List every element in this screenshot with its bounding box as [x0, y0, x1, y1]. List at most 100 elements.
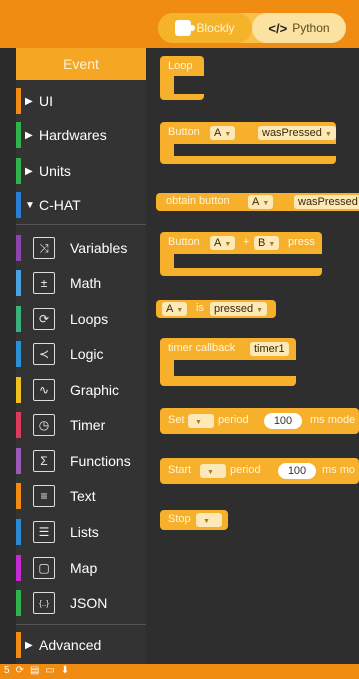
- block-label: Stop: [168, 513, 191, 525]
- timer-callback-block[interactable]: timer callback timer1: [160, 338, 296, 386]
- logic-icon: ≺: [33, 343, 55, 365]
- toolbox-item-ui[interactable]: ▶ UI: [16, 84, 146, 118]
- toolbox-item-c-hat[interactable]: ▼ C-HAT: [16, 188, 146, 222]
- event-label: Event: [63, 56, 99, 72]
- toolbox: Event ▶ UI ▶ Hardwares ▶ Units ▼ C-HAT ⤨…: [16, 48, 146, 664]
- category-color-bar: [16, 192, 21, 218]
- button-combo-block[interactable]: Button A ▼ + B ▼ press: [160, 232, 322, 276]
- graphic-icon: ∿: [33, 379, 55, 401]
- save-icon[interactable]: ▤: [30, 665, 39, 676]
- toolbox-item-graphic[interactable]: ∿ Graphic: [16, 373, 146, 407]
- statement-slot: [174, 254, 322, 268]
- toolbox-item-timer[interactable]: ◷ Timer: [16, 408, 146, 442]
- toolbox-item-logic[interactable]: ≺ Logic: [16, 337, 146, 371]
- category-color-bar: [16, 483, 21, 509]
- toolbox-item-loops[interactable]: ⟳ Loops: [16, 302, 146, 336]
- left-strip: [0, 48, 16, 664]
- block-label: Set: [168, 414, 185, 426]
- toolbox-item-functions[interactable]: Σ Functions: [16, 444, 146, 478]
- button-b-dropdown[interactable]: B ▼: [254, 236, 280, 250]
- category-color-bar: [16, 519, 21, 545]
- blocks-workspace[interactable]: Loop Button A ▼ wasPressed ▼ obtain button…: [146, 48, 359, 664]
- start-period-block[interactable]: Start ▼ period 100 ms mo: [160, 458, 359, 484]
- button-a-dropdown[interactable]: A ▼: [210, 236, 236, 250]
- category-label: Loops: [70, 311, 109, 327]
- toolbox-item-map[interactable]: ▢ Map: [16, 551, 146, 585]
- folder-icon[interactable]: ▭: [45, 665, 54, 676]
- block-label: Start: [168, 464, 192, 476]
- refresh-icon[interactable]: ⟳: [16, 665, 24, 676]
- math-icon: ±: [33, 272, 55, 294]
- block-label: Button: [168, 236, 200, 248]
- button-pressed-block[interactable]: Button A ▼ wasPressed ▼: [160, 122, 336, 164]
- download-icon[interactable]: ⬇: [61, 665, 69, 676]
- button-dropdown[interactable]: A ▼: [162, 302, 188, 316]
- map-icon: ▢: [33, 557, 55, 579]
- blockly-label: Blockly: [196, 21, 235, 35]
- counter-label: 5: [4, 665, 10, 676]
- category-color-bar: [16, 122, 21, 148]
- divider: [16, 624, 146, 625]
- button-dropdown[interactable]: A ▼: [248, 195, 274, 209]
- is-pressed-block[interactable]: A ▼ is pressed ▼: [156, 300, 276, 318]
- json-icon: {..}: [33, 592, 55, 614]
- block-label: period: [218, 414, 249, 426]
- category-color-bar: [16, 306, 21, 332]
- text-icon: ≡: [33, 485, 55, 507]
- set-period-block[interactable]: Set ▼ period 100 ms mode: [160, 408, 359, 434]
- functions-icon: Σ: [33, 450, 55, 472]
- toolbox-item-math[interactable]: ± Math: [16, 266, 146, 300]
- category-label: Units: [39, 163, 71, 179]
- block-label: ms mo: [322, 464, 355, 476]
- button-dropdown[interactable]: A ▼: [210, 126, 236, 140]
- toolbox-item-units[interactable]: ▶ Units: [16, 154, 146, 188]
- category-color-bar: [16, 555, 21, 581]
- bottom-toolbar: 5 ⟳ ▤ ▭ ⬇: [4, 665, 69, 676]
- category-label: Timer: [70, 417, 106, 433]
- toolbox-item-lists[interactable]: ☰ Lists: [16, 515, 146, 549]
- block-label: press: [288, 236, 315, 248]
- toolbox-item-event[interactable]: Event: [16, 48, 146, 80]
- stop-block[interactable]: Stop ▼: [160, 510, 228, 530]
- state-dropdown[interactable]: pressed ▼: [210, 302, 268, 316]
- toolbox-item-json[interactable]: {..} JSON: [16, 586, 146, 620]
- period-input[interactable]: 100: [264, 413, 302, 429]
- category-label: Advanced: [39, 637, 102, 653]
- category-label: Text: [70, 488, 96, 504]
- category-color-bar: [16, 590, 21, 616]
- period-input[interactable]: 100: [278, 463, 316, 479]
- timer-dropdown[interactable]: ▼: [200, 464, 226, 478]
- category-label: Logic: [70, 346, 104, 362]
- obtain-button-block[interactable]: obtain button A▼ wasPressed▼: [156, 193, 359, 211]
- category-color-bar: [16, 632, 21, 658]
- loops-icon: ⟳: [33, 308, 55, 330]
- python-tab[interactable]: </> Python: [252, 13, 346, 43]
- toolbox-item-advanced[interactable]: ▶ Advanced: [16, 628, 146, 662]
- timer-dropdown[interactable]: ▼: [188, 414, 214, 428]
- category-label: Map: [70, 560, 98, 576]
- category-color-bar: [16, 341, 21, 367]
- category-color-bar: [16, 88, 21, 114]
- category-color-bar: [16, 412, 21, 438]
- blockly-tab[interactable]: Blockly: [158, 13, 252, 43]
- mode-toggle[interactable]: Blockly </> Python: [158, 13, 346, 43]
- statement-slot: [174, 144, 336, 156]
- code-icon: </>: [268, 20, 288, 36]
- block-label: Loop: [168, 60, 193, 72]
- category-label: UI: [39, 93, 53, 109]
- timer-dropdown[interactable]: ▼: [196, 513, 222, 527]
- category-label: Lists: [70, 524, 99, 540]
- event-dropdown[interactable]: wasPressed▼: [258, 126, 336, 140]
- plus-label: +: [243, 236, 250, 248]
- loop-block[interactable]: Loop: [160, 56, 204, 100]
- timer-name-field[interactable]: timer1: [250, 342, 289, 356]
- toolbox-item-text[interactable]: ≡ Text: [16, 479, 146, 513]
- block-label: obtain button: [166, 195, 230, 207]
- category-color-bar: [16, 448, 21, 474]
- category-label: Variables: [70, 240, 128, 256]
- block-label: period: [230, 464, 261, 476]
- expand-arrow-icon: ▶: [25, 165, 33, 177]
- event-dropdown[interactable]: wasPressed▼: [294, 195, 359, 209]
- toolbox-item-hardwares[interactable]: ▶ Hardwares: [16, 118, 146, 152]
- toolbox-item-variables[interactable]: ⤨ Variables: [16, 231, 146, 265]
